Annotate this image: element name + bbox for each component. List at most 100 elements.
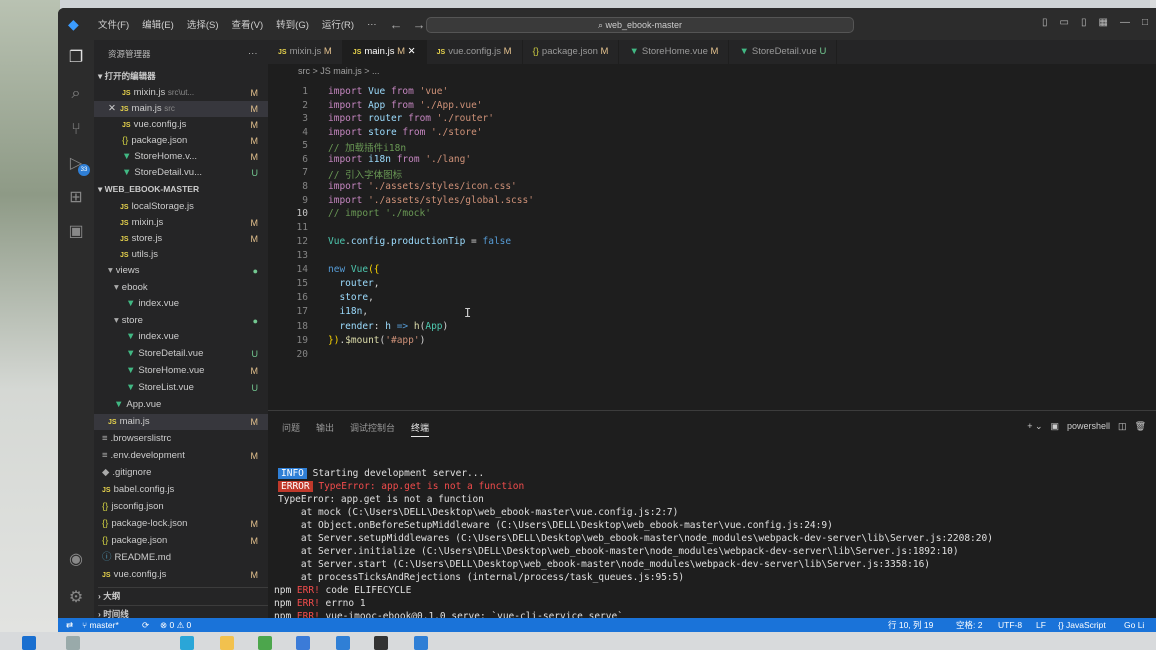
tree-item[interactable]: JS babel.config.js bbox=[94, 482, 268, 498]
menu-view[interactable]: 查看(V) bbox=[231, 17, 263, 31]
tab-mixin-js[interactable]: JS mixin.js M bbox=[268, 40, 343, 64]
customize-layout-icon[interactable]: ▦ bbox=[1099, 17, 1108, 28]
tree-item-active[interactable]: JS main.js M bbox=[94, 414, 268, 430]
forward-arrow-icon[interactable]: → bbox=[413, 17, 426, 32]
menu-selection[interactable]: 选择(S) bbox=[187, 17, 219, 31]
source-control-icon[interactable]: ⑂ bbox=[66, 120, 86, 140]
open-editor-item[interactable]: ▼ StoreHome.v... M bbox=[94, 149, 268, 165]
run-debug-icon[interactable]: ▷ bbox=[66, 154, 86, 174]
code-editor[interactable]: 1 2 3 4 5 6 7 8 9 10 11 12 13 14 15 16 1… bbox=[268, 80, 1156, 410]
go-live[interactable]: Go Li bbox=[1124, 618, 1144, 632]
split-terminal-icon[interactable]: ◫ bbox=[1118, 421, 1127, 432]
remote-explorer-icon[interactable]: ▣ bbox=[66, 222, 86, 242]
tree-item[interactable]: ▼ index.vue bbox=[94, 329, 268, 345]
tree-item[interactable]: ▼ App.vue bbox=[94, 397, 268, 413]
open-editor-item[interactable]: JS mixin.js src\ut... M bbox=[94, 85, 268, 101]
more-actions-icon[interactable]: ··· bbox=[248, 46, 268, 62]
search-icon[interactable]: ⌕ bbox=[66, 84, 86, 104]
vscode-taskbar-icon[interactable] bbox=[336, 636, 350, 650]
menu-file[interactable]: 文件(F) bbox=[98, 17, 129, 31]
account-icon[interactable]: ◉ bbox=[66, 550, 86, 570]
open-editor-item[interactable]: JS vue.config.js M bbox=[94, 117, 268, 133]
vscode-taskbar-icon[interactable] bbox=[414, 636, 428, 650]
new-terminal-icon[interactable]: + ⌄ bbox=[1027, 421, 1042, 432]
tree-item[interactable]: ≡ .browserslistrc bbox=[94, 431, 268, 447]
tree-item[interactable]: ▼ StoreList.vue U bbox=[94, 380, 268, 396]
maximize-icon[interactable]: □ bbox=[1142, 17, 1148, 28]
command-center-search[interactable]: ⌕ web_ebook-master bbox=[426, 17, 854, 33]
git-branch[interactable]: ⑂ master* bbox=[82, 618, 119, 632]
edge-icon[interactable] bbox=[180, 636, 194, 650]
tree-item[interactable]: ◆ .gitignore bbox=[94, 465, 268, 481]
cursor-position[interactable]: 行 10, 列 19 bbox=[888, 618, 933, 632]
terminal-taskbar-icon[interactable] bbox=[374, 636, 388, 650]
remote-icon[interactable]: ⇄ bbox=[66, 618, 73, 632]
tree-item[interactable]: JS vue.config.js M bbox=[94, 567, 268, 583]
end-of-line[interactable]: LF bbox=[1036, 618, 1046, 632]
toggle-panel-icon[interactable]: ▭ bbox=[1060, 17, 1069, 28]
tree-folder-views[interactable]: ▾ views ● bbox=[94, 263, 268, 279]
tree-item[interactable]: {} package-lock.json M bbox=[94, 516, 268, 532]
menu-go[interactable]: 转到(G) bbox=[276, 17, 309, 31]
minimize-icon[interactable]: — bbox=[1120, 17, 1130, 28]
search-icon[interactable] bbox=[66, 636, 80, 650]
terminal-line: at Server.initialize (C:\Users\DELL\Desk… bbox=[278, 546, 959, 557]
tab-debug-console[interactable]: 调试控制台 bbox=[350, 421, 395, 437]
app-icon[interactable] bbox=[258, 636, 272, 650]
tab-package-json[interactable]: {} package.json M bbox=[523, 40, 620, 64]
tree-item[interactable]: ≡ .env.development M bbox=[94, 448, 268, 464]
sync-icon[interactable]: ⟳ bbox=[142, 618, 149, 632]
tab-output[interactable]: 输出 bbox=[316, 421, 334, 437]
menu-edit[interactable]: 编辑(E) bbox=[142, 17, 174, 31]
function: $mount bbox=[345, 335, 380, 346]
ident: productionTip bbox=[390, 236, 466, 247]
tree-item[interactable]: JS mixin.js M bbox=[94, 215, 268, 231]
trash-icon[interactable]: 🗑 bbox=[1135, 421, 1146, 432]
tree-item[interactable]: JS store.js M bbox=[94, 231, 268, 247]
tab-terminal[interactable]: 终端 bbox=[411, 421, 430, 437]
breadcrumb[interactable]: src > JS main.js > ... bbox=[298, 66, 380, 76]
tree-item[interactable]: JS utils.js bbox=[94, 247, 268, 263]
encoding[interactable]: UTF-8 bbox=[998, 618, 1022, 632]
tree-folder-store[interactable]: ▾ store ● bbox=[94, 313, 268, 329]
open-editors-header[interactable]: ▾ 打开的编辑器 bbox=[98, 68, 268, 84]
tree-item[interactable]: JS localStorage.js bbox=[94, 199, 268, 215]
explorer-icon[interactable]: ❐ bbox=[66, 48, 86, 68]
tree-item[interactable]: ▼ index.vue bbox=[94, 296, 268, 312]
kw: from bbox=[390, 100, 414, 111]
tab-problems[interactable]: 问题 bbox=[282, 421, 300, 437]
toggle-sidebar-icon[interactable]: ▯ bbox=[1042, 17, 1048, 28]
indentation[interactable]: 空格: 2 bbox=[956, 618, 982, 632]
language-mode[interactable]: {} JavaScript bbox=[1058, 618, 1106, 632]
tree-folder-ebook[interactable]: ▾ ebook bbox=[94, 280, 268, 296]
tree-item[interactable]: ⓘ README.md bbox=[94, 550, 268, 566]
open-editor-item-active[interactable]: ✕ JS main.js src M bbox=[94, 101, 268, 117]
toggle-secondary-sidebar-icon[interactable]: ▯ bbox=[1081, 17, 1087, 28]
tab-main-js[interactable]: JS main.js M ✕ bbox=[342, 40, 427, 64]
tree-item[interactable]: ▼ StoreDetail.vue U bbox=[94, 346, 268, 362]
tree-item[interactable]: {} package.json M bbox=[94, 533, 268, 549]
tree-item[interactable]: ▼ StoreHome.vue M bbox=[94, 363, 268, 379]
back-arrow-icon[interactable]: ← bbox=[390, 17, 403, 32]
project-header[interactable]: ▾ WEB_EBOOK-MASTER bbox=[98, 181, 268, 197]
tree-item[interactable]: {} jsconfig.json bbox=[94, 499, 268, 515]
tab-storehome-vue[interactable]: ▼ StoreHome.vue M bbox=[619, 40, 730, 64]
folder-icon[interactable] bbox=[220, 636, 234, 650]
start-icon[interactable] bbox=[22, 636, 36, 650]
app-icon[interactable] bbox=[296, 636, 310, 650]
menu-run[interactable]: 运行(R) bbox=[322, 17, 354, 31]
close-icon[interactable]: ✕ bbox=[408, 46, 416, 57]
tab-storedetail-vue[interactable]: ▼ StoreDetail.vue U bbox=[729, 40, 838, 64]
tab-vue-config-js[interactable]: JS vue.config.js M bbox=[427, 40, 523, 64]
extensions-icon[interactable]: ⊞ bbox=[66, 188, 86, 208]
outline-header[interactable]: › 大纲 bbox=[98, 587, 268, 603]
open-editor-item[interactable]: {} package.json M bbox=[94, 133, 268, 149]
shell-name[interactable]: powershell bbox=[1067, 421, 1110, 432]
settings-gear-icon[interactable]: ⚙ bbox=[66, 588, 86, 608]
menu-more[interactable]: ··· bbox=[367, 19, 377, 30]
timeline-header[interactable]: › 时间线 bbox=[98, 605, 268, 618]
open-editor-item[interactable]: ▼ StoreDetail.vu... U bbox=[94, 165, 268, 181]
problems-count[interactable]: ⊗ 0 ⚠ 0 bbox=[160, 618, 191, 632]
close-icon[interactable]: ✕ bbox=[108, 103, 116, 114]
vue-file-icon: ▼ bbox=[126, 348, 136, 359]
